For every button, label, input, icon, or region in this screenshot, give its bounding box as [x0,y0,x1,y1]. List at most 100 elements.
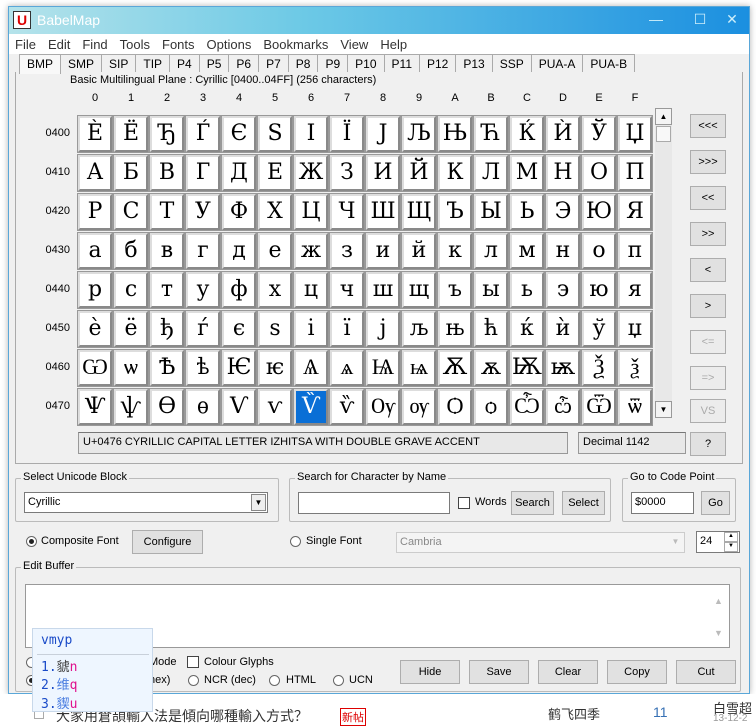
character-cell[interactable]: ѩ [401,349,437,387]
nav-button[interactable]: <= [690,330,726,354]
codepoint-input[interactable]: $0000 [631,492,694,514]
composite-font-radio[interactable] [26,536,37,547]
ime-candidate[interactable]: 3.䝟u [41,693,78,712]
tab-tip[interactable]: TIP [135,54,171,72]
character-cell[interactable]: Ѫ [437,349,473,387]
character-cell[interactable]: Ќ [509,115,545,153]
tab-p7[interactable]: P7 [258,54,289,72]
character-cell[interactable]: Ѿ [581,388,617,426]
character-cell[interactable]: Ѽ [509,388,545,426]
tab-pua-b[interactable]: PUA-B [582,54,636,72]
close-icon[interactable]: ✕ [717,11,747,28]
character-cell[interactable]: п [617,232,653,270]
nav-button[interactable]: ? [690,432,726,456]
character-cell[interactable]: я [617,271,653,309]
character-cell[interactable]: ѭ [545,349,581,387]
character-cell[interactable]: ѷ [329,388,365,426]
search-input[interactable] [298,492,450,514]
character-cell[interactable]: Ѩ [365,349,401,387]
cut-button[interactable]: Cut [676,660,736,684]
character-cell[interactable]: Н [545,154,581,192]
nav-button[interactable]: >> [690,222,726,246]
character-cell[interactable]: Ь [509,193,545,231]
character-cell[interactable]: ѕ [257,310,293,348]
character-cell[interactable]: Э [545,193,581,231]
author-link[interactable]: 鹤飞四季 [548,704,600,723]
nav-button[interactable]: << [690,186,726,210]
character-cell[interactable]: ы [473,271,509,309]
character-cell[interactable]: Ѵ [221,388,257,426]
character-cell[interactable]: Њ [437,115,473,153]
character-cell[interactable]: Ё [113,115,149,153]
character-cell[interactable]: Б [113,154,149,192]
character-cell[interactable]: ј [365,310,401,348]
tab-p5[interactable]: P5 [198,54,230,72]
character-cell[interactable]: г [185,232,221,270]
tab-p12[interactable]: P12 [419,54,457,72]
character-cell[interactable]: е [257,232,293,270]
search-button[interactable]: Search [511,491,554,515]
tab-smp[interactable]: SMP [60,54,103,72]
character-cell[interactable]: Ђ [149,115,185,153]
character-cell[interactable]: В [149,154,185,192]
scroll-down-icon[interactable]: ▼ [655,401,672,418]
character-cell[interactable]: џ [617,310,653,348]
font-size-spinner[interactable]: 24 ▲ ▼ [696,531,740,553]
character-cell[interactable]: О [581,154,617,192]
hide-button[interactable]: Hide [400,660,460,684]
character-cell[interactable]: Ѡ [77,349,113,387]
character-cell[interactable]: Д [221,154,257,192]
character-cell[interactable]: Ѕ [257,115,293,153]
character-cell[interactable]: Ч [329,193,365,231]
character-cell[interactable]: и [365,232,401,270]
character-cell[interactable]: Ѱ [77,388,113,426]
character-cell[interactable]: а [77,232,113,270]
character-cell[interactable]: ё [113,310,149,348]
character-cell[interactable]: Ф [221,193,257,231]
character-cell[interactable]: З [329,154,365,192]
character-cell[interactable]: с [113,271,149,309]
menu-fonts[interactable]: Fonts [156,34,201,52]
tab-bmp[interactable]: BMP [19,54,62,74]
character-cell[interactable]: ѹ [401,388,437,426]
character-cell[interactable]: ч [329,271,365,309]
character-cell[interactable]: ь [509,271,545,309]
character-cell[interactable]: к [437,232,473,270]
chevron-down-icon[interactable]: ▼ [668,534,683,551]
character-cell[interactable]: м [509,232,545,270]
character-cell[interactable]: ш [365,271,401,309]
character-cell[interactable]: ц [293,271,329,309]
scroll-up-icon[interactable]: ▲ [714,596,723,606]
character-cell[interactable]: ф [221,271,257,309]
title-bar[interactable]: U BabelMap — ☐ ✕ [9,7,749,34]
character-cell[interactable]: ж [293,232,329,270]
character-cell[interactable]: Џ [617,115,653,153]
chevron-down-icon[interactable]: ▼ [251,494,266,511]
ime-candidate[interactable]: 2.维q [41,674,78,693]
block-select-dropdown[interactable]: Cyrillic ▼ [24,492,268,513]
character-cell[interactable]: ѐ [77,310,113,348]
character-cell[interactable]: т [149,271,185,309]
character-cell[interactable]: Ѷ [293,388,329,426]
nav-button[interactable]: VS [690,399,726,423]
character-cell[interactable]: С [113,193,149,231]
scroll-down-icon[interactable]: ▼ [714,628,723,638]
character-cell[interactable]: ѳ [185,388,221,426]
character-cell[interactable]: Й [401,154,437,192]
colour-glyphs-checkbox[interactable] [187,656,199,668]
character-cell[interactable]: ї [329,310,365,348]
tab-p13[interactable]: P13 [455,54,493,72]
single-font-dropdown[interactable]: Cambria ▼ [396,532,685,553]
go-button[interactable]: Go [701,491,730,515]
select-button[interactable]: Select [562,491,605,515]
character-cell[interactable]: Ј [365,115,401,153]
tab-p9[interactable]: P9 [317,54,349,72]
character-cell[interactable]: У [185,193,221,231]
character-cell[interactable]: ђ [149,310,185,348]
character-cell[interactable]: Г [185,154,221,192]
nav-button[interactable]: => [690,366,726,390]
nav-button[interactable]: > [690,294,726,318]
character-cell[interactable]: Ѥ [221,349,257,387]
character-cell[interactable]: Ѭ [509,349,545,387]
character-cell[interactable]: щ [401,271,437,309]
